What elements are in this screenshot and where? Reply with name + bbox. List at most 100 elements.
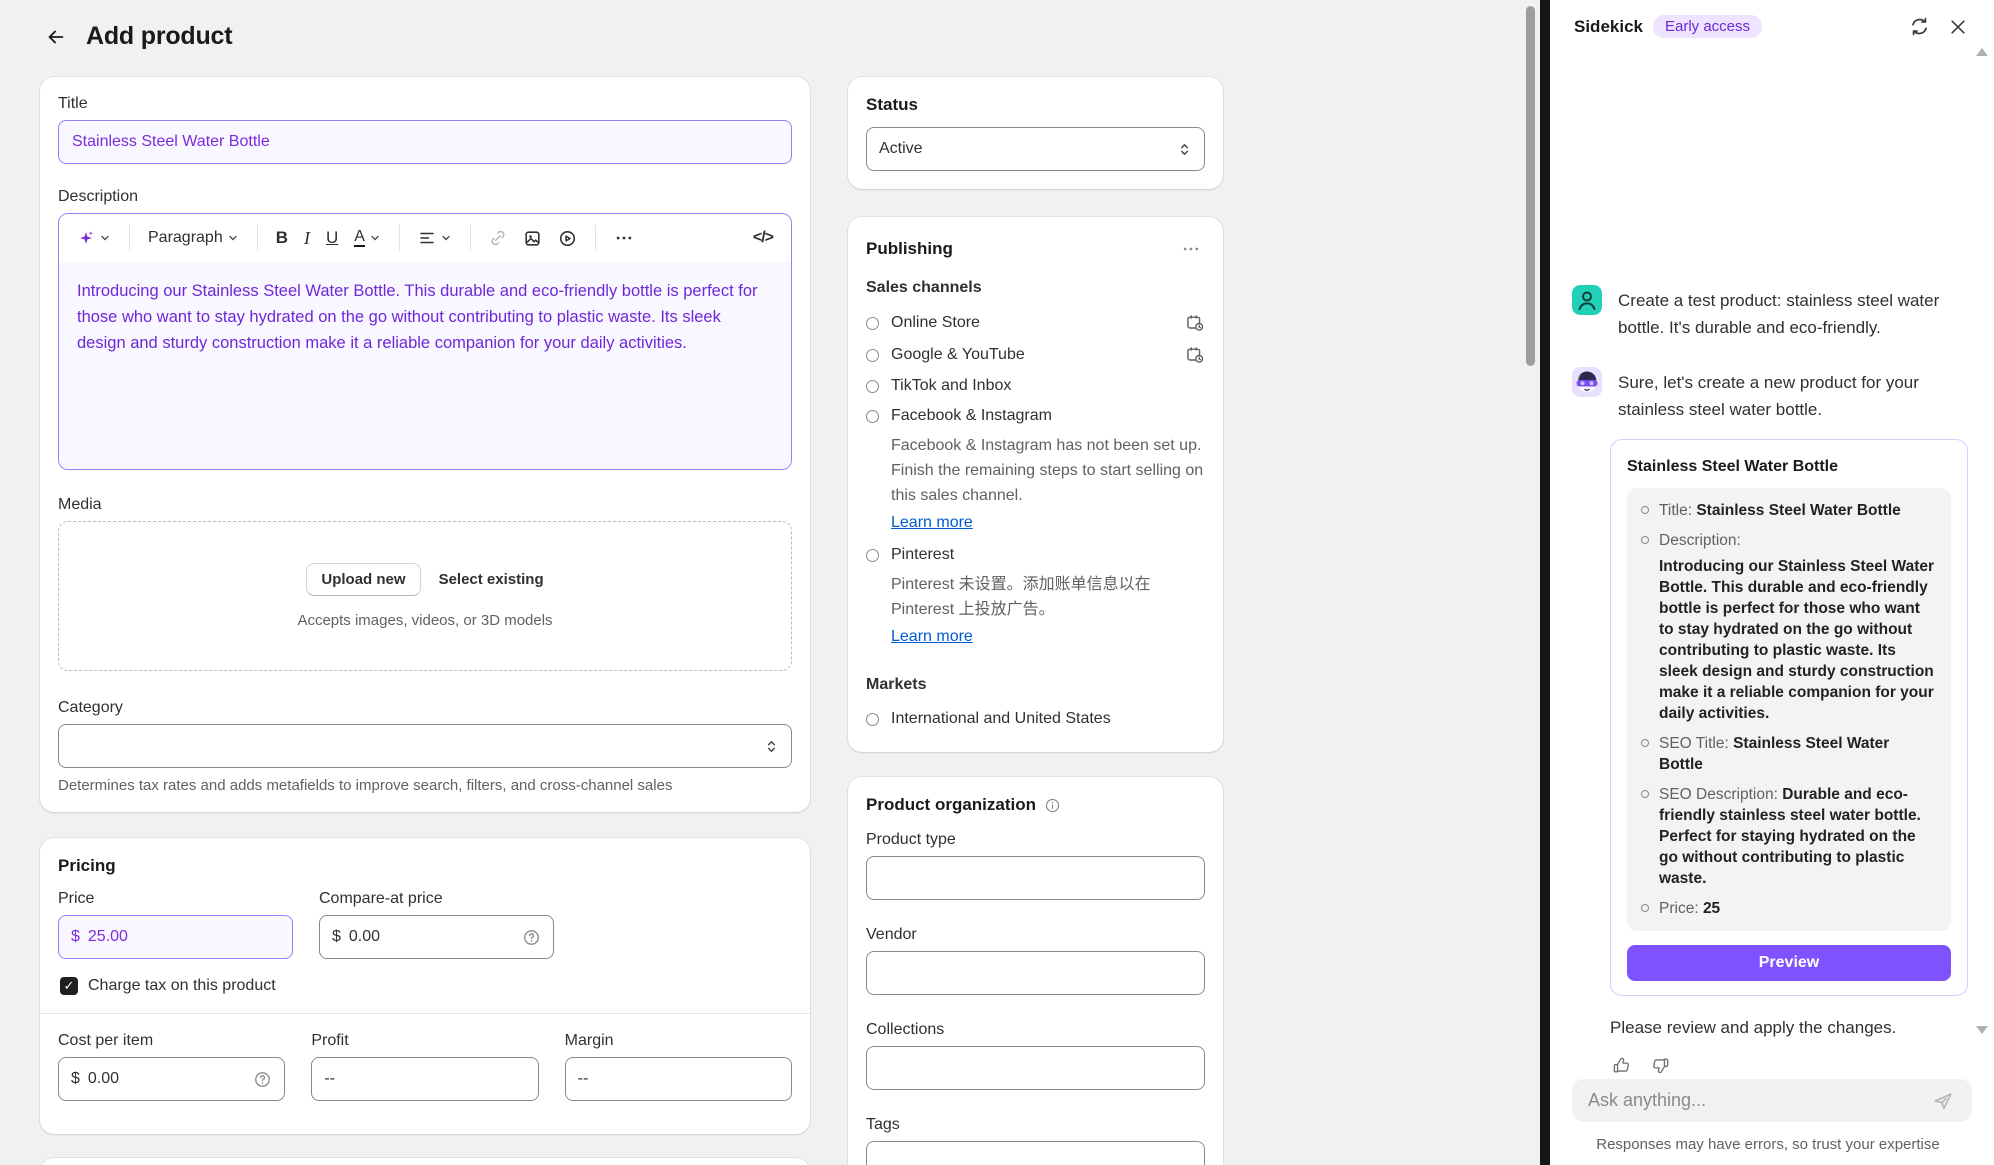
channel-circle-icon [866,380,879,393]
cost-label: Cost per item [58,1032,285,1050]
main-scrollbar-thumb[interactable] [1526,6,1535,366]
close-panel-button[interactable] [1944,13,1972,41]
sidekick-avatar [1572,367,1602,397]
collections-input[interactable] [866,1046,1205,1090]
vendor-input[interactable] [866,951,1205,995]
chevron-down-icon [369,232,381,244]
cost-input[interactable]: $ 0.00 [58,1057,285,1101]
description-input[interactable]: Introducing our Stainless Steel Water Bo… [59,262,791,469]
category-select[interactable] [58,724,792,768]
select-existing-button[interactable]: Select existing [439,571,544,588]
help-question-icon[interactable] [253,1070,272,1089]
publishing-menu-button[interactable] [1177,235,1205,263]
profit-input[interactable]: -- [311,1057,538,1101]
price-input[interactable]: $ 25.00 [58,915,293,959]
organization-header: Product organization [866,795,1205,815]
form-columns: Title Description [40,77,1540,1165]
toolbar-separator [129,225,130,251]
show-html-button[interactable]: </> [747,223,779,253]
compare-at-label: Compare-at price [319,890,554,908]
product-type-input[interactable] [866,856,1205,900]
schedule-calendar-icon[interactable] [1185,313,1205,333]
paragraph-style-dropdown[interactable]: Paragraph [142,223,245,253]
back-button[interactable] [42,23,70,51]
magic-write-button[interactable] [71,223,117,253]
send-button[interactable] [1928,1086,1958,1116]
tags-input[interactable] [866,1141,1205,1165]
more-options-button[interactable] [608,222,640,254]
media-hint: Accepts images, videos, or 3D models [297,612,552,629]
bullet-circle-icon [1641,536,1649,544]
page-title: Add product [86,22,232,51]
compare-at-input[interactable]: $ 0.00 [319,915,554,959]
market-circle-icon [866,713,879,726]
panel-scroll-up-arrow[interactable] [1976,48,1988,56]
link-button[interactable] [483,223,513,253]
sales-channel-row: Facebook & Instagram [866,401,1205,431]
text-color-button[interactable]: A [348,223,387,254]
preview-button[interactable]: Preview [1627,945,1951,981]
bullet-circle-icon [1641,790,1649,798]
underline-button[interactable]: U [320,222,344,254]
next-card-partial [40,1158,810,1165]
status-select[interactable]: Active [866,127,1205,171]
thumbs-up-icon [1612,1056,1631,1075]
title-input[interactable] [58,120,792,164]
learn-more-link[interactable]: Learn more [891,514,973,532]
schedule-calendar-icon[interactable] [1185,345,1205,365]
margin-field-group: Margin -- [565,1032,792,1101]
upload-new-button[interactable]: Upload new [306,563,420,596]
toolbar-separator [470,225,471,251]
chat-input[interactable] [1588,1090,1918,1111]
preview-item-seo-title: SEO Title: Stainless Steel Water Bottle [1641,733,1937,775]
cost-row: Cost per item $ 0.00 Profit -- [58,1032,792,1101]
product-preview-card: Stainless Steel Water Bottle Title: Stai… [1610,439,1968,996]
right-column: Status Active Publishing Sales channels [848,77,1223,1165]
help-question-icon[interactable] [522,928,541,947]
item-label: Description: [1659,532,1741,549]
panel-scroll-down-arrow[interactable] [1976,1026,1988,1034]
sparkle-icon [77,229,95,247]
charge-tax-checkbox[interactable]: ✓ [60,977,78,995]
main-content: Add product Title Description [0,0,1540,1165]
media-dropzone[interactable]: Upload new Select existing Accepts image… [58,521,792,671]
insert-video-button[interactable] [552,223,583,254]
preview-card-details: Title: Stainless Steel Water Bottle Desc… [1627,488,1951,931]
media-actions: Upload new Select existing [306,563,543,596]
collections-label: Collections [866,1021,1205,1039]
panel-resize-divider[interactable] [1540,0,1550,1165]
toolbar-separator [595,225,596,251]
pricing-divider [40,1013,810,1014]
profit-label: Profit [311,1032,538,1050]
channel-name: Online Store [891,314,1173,332]
align-left-icon [418,229,436,247]
market-row: International and United States [866,704,1205,734]
market-name: International and United States [891,710,1205,728]
sidekick-panel: Sidekick Early access Create a test prod… [1550,0,1994,1165]
bold-button[interactable]: B [270,222,294,254]
sales-channel-row: Pinterest [866,540,1205,570]
app: Add product Title Description [0,0,1994,1165]
channel-circle-icon [866,410,879,423]
bullet-circle-icon [1641,506,1649,514]
item-value: Stainless Steel Water Bottle [1696,502,1900,519]
learn-more-link[interactable]: Learn more [891,628,973,646]
pricing-card: Pricing Price $ 25.00 Compare-at price [40,838,810,1134]
alignment-button[interactable] [412,223,458,253]
item-label: SEO Title: [1659,735,1729,752]
user-message: Create a test product: stainless steel w… [1572,285,1972,341]
margin-input[interactable]: -- [565,1057,792,1101]
ellipsis-icon [614,228,634,248]
item-value: Introducing our Stainless Steel Water Bo… [1659,556,1937,724]
vendor-group: Vendor [866,926,1205,995]
ellipsis-icon [1181,239,1201,259]
play-circle-icon [558,229,577,248]
currency-prefix: $ [332,928,341,946]
user-avatar [1572,285,1602,315]
info-icon[interactable] [1044,797,1061,814]
thumbs-down-button[interactable] [1647,1052,1674,1079]
insert-image-button[interactable] [517,223,548,254]
italic-button[interactable]: I [298,222,316,255]
refresh-conversation-button[interactable] [1905,12,1934,41]
thumbs-up-button[interactable] [1608,1052,1635,1079]
